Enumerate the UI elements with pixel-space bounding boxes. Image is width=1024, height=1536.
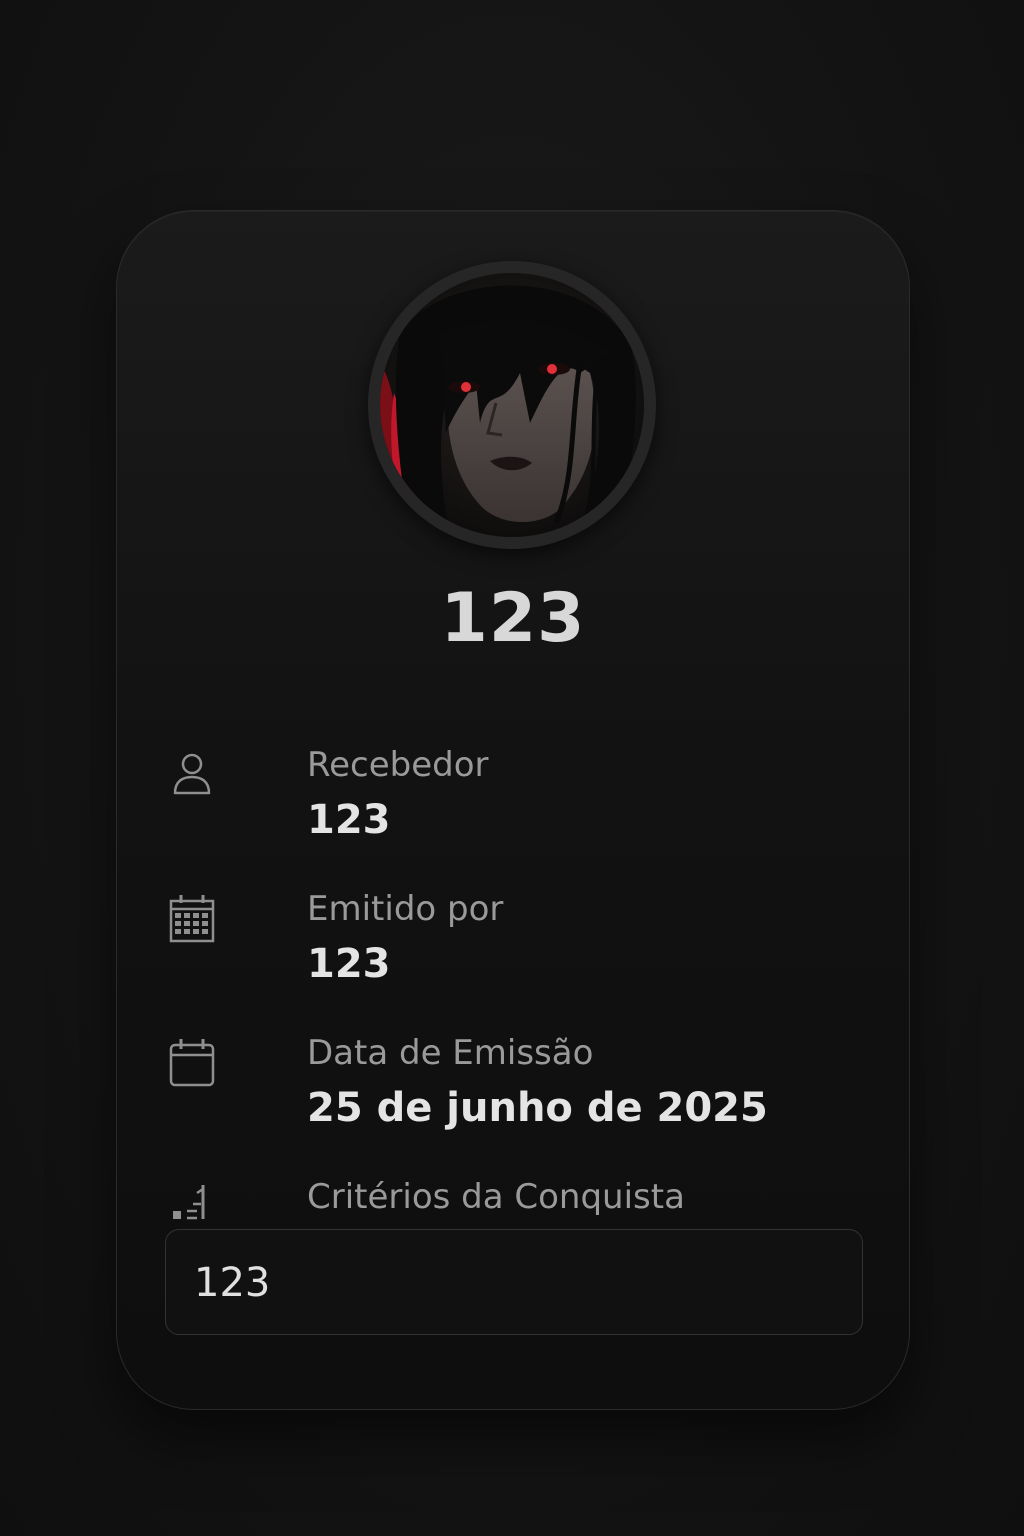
field-value: 123 <box>307 797 391 843</box>
field-value: 123 <box>307 941 391 987</box>
field-issue-date: Data de Emissão 25 de junho de 2025 <box>167 1033 859 1133</box>
field-issuer: Emitido por 123 <box>167 889 859 989</box>
field-label: Emitido por <box>307 889 504 929</box>
building-icon <box>167 893 217 943</box>
user-icon <box>167 749 217 799</box>
field-value: 25 de junho de 2025 <box>307 1085 768 1131</box>
field-label: Recebedor <box>307 745 489 785</box>
field-label: Critérios da Conquista <box>307 1177 685 1217</box>
avatar <box>368 261 656 549</box>
avatar-portrait <box>380 273 644 537</box>
criteria-icon <box>167 1181 217 1231</box>
field-criteria: Critérios da Conquista <box>167 1177 859 1227</box>
field-recipient: Recebedor 123 <box>167 745 859 845</box>
badge-title: 123 <box>440 579 586 658</box>
badge-card: 123 Recebedor 123 Emitido por 123 Data d… <box>116 210 910 1410</box>
calendar-icon <box>167 1037 217 1087</box>
field-label: Data de Emissão <box>307 1033 594 1073</box>
criteria-field[interactable]: 123 <box>165 1229 863 1335</box>
